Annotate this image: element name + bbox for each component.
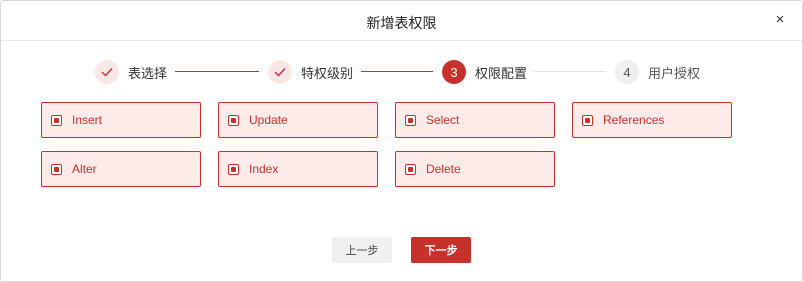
prev-step-button[interactable]: 上一步 [332, 237, 392, 263]
step-table-select: 表选择 [95, 59, 167, 85]
permission-index[interactable]: Index [218, 151, 378, 187]
dialog-title: 新增表权限 [366, 15, 437, 31]
step-label: 用户授权 [648, 65, 701, 81]
step-label: 特权级别 [301, 65, 354, 81]
permission-delete[interactable]: Delete [395, 151, 555, 187]
permission-label: References [603, 113, 665, 127]
permission-references[interactable]: References [572, 102, 732, 138]
permission-label: Index [249, 162, 279, 176]
close-icon[interactable]: × [772, 12, 788, 28]
checkbox-icon [405, 114, 416, 126]
permission-label: Alter [72, 162, 97, 176]
step-label: 表选择 [128, 65, 168, 81]
steps-bar: 表选择 特权级别 3 权限配置 4 用户授权 [1, 59, 802, 85]
step-number: 4 [615, 60, 639, 84]
permission-label: Select [426, 113, 460, 127]
checkbox-icon [228, 163, 239, 175]
step-permission-config: 3 权限配置 [442, 59, 527, 85]
next-step-button[interactable]: 下一步 [411, 237, 471, 263]
permission-alter[interactable]: Alter [41, 151, 201, 187]
step-privilege-level: 特权级别 [268, 59, 353, 85]
permission-select[interactable]: Select [395, 102, 555, 138]
checkbox-icon [51, 163, 62, 175]
permission-label: Update [249, 113, 288, 127]
checkbox-icon [405, 163, 416, 175]
checkbox-icon [228, 114, 239, 126]
dialog-header: 新增表权限 × [1, 1, 802, 41]
permission-insert[interactable]: Insert [41, 102, 201, 138]
step-user-auth: 4 用户授权 [615, 59, 700, 85]
step-connector [175, 71, 259, 72]
add-table-permission-dialog: 新增表权限 × 表选择 特权级别 3 权限配置 4 用户授权 Insert Up… [0, 0, 803, 282]
permission-update[interactable]: Update [218, 102, 378, 138]
checkbox-icon [51, 114, 62, 126]
step-number: 3 [442, 60, 466, 84]
check-icon [95, 60, 119, 84]
step-connector [361, 71, 433, 72]
check-icon [268, 60, 292, 84]
permission-label: Delete [426, 162, 461, 176]
permission-label: Insert [72, 113, 103, 127]
checkbox-icon [582, 114, 593, 126]
step-connector [534, 71, 606, 72]
step-label: 权限配置 [475, 65, 528, 81]
